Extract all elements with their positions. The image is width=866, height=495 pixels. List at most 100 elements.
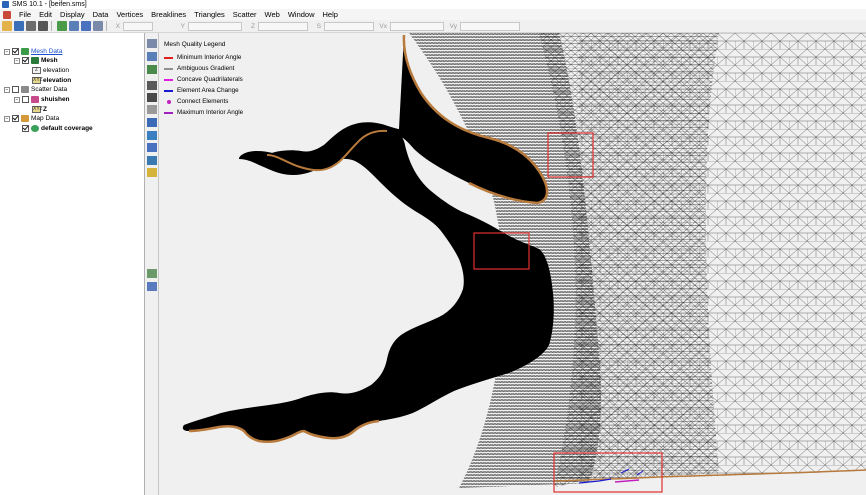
mesh-quality-legend: Mesh Quality Legend Minimum Interior Ang… <box>164 41 254 118</box>
visibility-checkbox[interactable] <box>22 57 29 64</box>
tree-row-scatter-data[interactable]: − Scatter Data <box>4 85 67 94</box>
frame-icon[interactable] <box>81 21 91 31</box>
tree-label-elevation-active[interactable]: elevation <box>43 77 71 84</box>
menu-breaklines[interactable]: Breaklines <box>147 10 190 19</box>
select-node-tool-icon[interactable] <box>147 81 157 90</box>
menu-web[interactable]: Web <box>261 10 284 19</box>
menu-help[interactable]: Help <box>319 10 342 19</box>
tree-label-mesh[interactable]: Mesh <box>41 57 58 64</box>
tree-row-mesh-data[interactable]: − Mesh Data <box>4 47 62 56</box>
tree-row-scatter-z[interactable]: XYZ Z <box>32 105 47 114</box>
legend-item: Connect Elements <box>164 96 254 107</box>
menu-edit[interactable]: Edit <box>35 10 56 19</box>
menu-scatter[interactable]: Scatter <box>229 10 261 19</box>
create-element-tool-icon[interactable] <box>147 143 157 152</box>
zoom-icon[interactable] <box>69 21 79 31</box>
tree-label-mesh-data[interactable]: Mesh Data <box>31 48 62 55</box>
plot-tool-icon[interactable] <box>147 282 157 291</box>
quality-issue-max-angle <box>614 479 640 483</box>
toolbar-separator <box>51 21 52 31</box>
legend-item: Ambiguous Gradient <box>164 63 254 74</box>
refine-tool-icon[interactable] <box>147 156 157 165</box>
tree-label-shuishen[interactable]: shuishen <box>41 96 70 103</box>
collapse-toggle[interactable]: − <box>14 96 20 103</box>
legend-swatch <box>164 111 173 114</box>
coord-y-field[interactable] <box>188 21 242 31</box>
map-data-icon <box>21 115 29 122</box>
tree-row-dataset-elevation[interactable]: Z elevation <box>32 66 69 75</box>
menu-window[interactable]: Window <box>284 10 319 19</box>
delete-icon[interactable] <box>38 21 48 31</box>
menu-vertices[interactable]: Vertices <box>112 10 147 19</box>
tree-row-dataset-elevation-active[interactable]: XYZ elevation <box>32 76 71 85</box>
legend-swatch <box>164 89 173 92</box>
create-node-tool-icon[interactable] <box>147 93 157 102</box>
select-string-tool-icon[interactable] <box>147 105 157 114</box>
tree-label-elevation[interactable]: elevation <box>43 67 69 74</box>
coord-vy-field[interactable] <box>460 21 520 31</box>
contour-tool-icon[interactable] <box>147 269 157 278</box>
legend-label: Ambiguous Gradient <box>177 65 235 72</box>
mesh-viewport[interactable] <box>159 33 866 495</box>
legend-item: Minimum Interior Angle <box>164 52 254 63</box>
tree-row-map-data[interactable]: − Map Data <box>4 114 59 123</box>
visibility-checkbox[interactable] <box>12 48 19 55</box>
create-string-tool-icon[interactable] <box>147 118 157 127</box>
legend-label: Connect Elements <box>177 98 229 105</box>
print-icon[interactable] <box>26 21 36 31</box>
coord-s: S <box>311 21 374 31</box>
scatter-set-icon <box>31 96 39 103</box>
title-bar: SMS 10.1 - [beifen.sms] <box>0 0 866 9</box>
legend-item: Concave Quadrilaterals <box>164 74 254 85</box>
visibility-checkbox[interactable] <box>22 125 29 132</box>
collapse-toggle[interactable]: − <box>4 115 10 122</box>
visibility-checkbox[interactable] <box>12 115 19 122</box>
xyz-dataset-icon: XYZ <box>32 106 43 113</box>
save-icon[interactable] <box>14 21 24 31</box>
coord-vx-field[interactable] <box>390 21 444 31</box>
refresh-icon[interactable] <box>57 21 67 31</box>
menu-triangles[interactable]: Triangles <box>190 10 229 19</box>
document-menu-icon[interactable] <box>3 10 11 19</box>
legend-swatch <box>164 78 173 81</box>
legend-title: Mesh Quality Legend <box>164 41 226 48</box>
menu-bar: File Edit Display Data Vertices Breaklin… <box>0 9 866 20</box>
mesh-icon <box>31 57 39 64</box>
collapse-toggle[interactable]: − <box>4 86 10 93</box>
tree-label-default-coverage[interactable]: default coverage <box>41 125 93 132</box>
main-toolbar: X Y Z S Vx Vy <box>0 20 866 33</box>
tree-label-scatter-data[interactable]: Scatter Data <box>31 86 67 93</box>
tree-label-z[interactable]: Z <box>43 106 47 113</box>
project-explorer: − Mesh Data − Mesh Z elevation XYZ eleva… <box>0 33 145 495</box>
menu-file[interactable]: File <box>15 10 35 19</box>
xyz-dataset-icon: XYZ <box>32 77 43 84</box>
collapse-toggle[interactable]: − <box>14 57 20 64</box>
coord-s-field[interactable] <box>324 21 374 31</box>
visibility-checkbox[interactable] <box>12 86 19 93</box>
coord-z-label: Z <box>251 22 255 30</box>
coord-x-field[interactable] <box>123 21 153 31</box>
scatter-data-icon <box>21 86 29 93</box>
pan-tool-icon[interactable] <box>147 39 157 48</box>
window-title: SMS 10.1 - [beifen.sms] <box>12 1 87 8</box>
tree-row-mesh[interactable]: − Mesh <box>14 56 58 65</box>
legend-item: Maximum Interior Angle <box>164 107 254 118</box>
graphics-window[interactable] <box>159 33 866 495</box>
coord-s-label: S <box>316 22 321 30</box>
menu-display[interactable]: Display <box>56 10 89 19</box>
collapse-toggle[interactable]: − <box>4 48 10 55</box>
visibility-checkbox[interactable] <box>22 96 29 103</box>
select-element-tool-icon[interactable] <box>147 131 157 140</box>
tree-row-scatter-set[interactable]: − shuishen <box>14 95 70 104</box>
coord-z-field[interactable] <box>258 21 308 31</box>
zoom-tool-icon[interactable] <box>147 52 157 61</box>
rotate-tool-icon[interactable] <box>147 65 157 74</box>
display-options-icon[interactable] <box>93 21 103 31</box>
coord-x: X <box>110 21 153 31</box>
coord-x-label: X <box>115 22 120 30</box>
tree-row-coverage[interactable]: default coverage <box>22 124 93 133</box>
menu-data[interactable]: Data <box>89 10 113 19</box>
new-file-icon[interactable] <box>2 21 12 31</box>
tree-label-map-data[interactable]: Map Data <box>31 115 59 122</box>
merge-tool-icon[interactable] <box>147 168 157 177</box>
